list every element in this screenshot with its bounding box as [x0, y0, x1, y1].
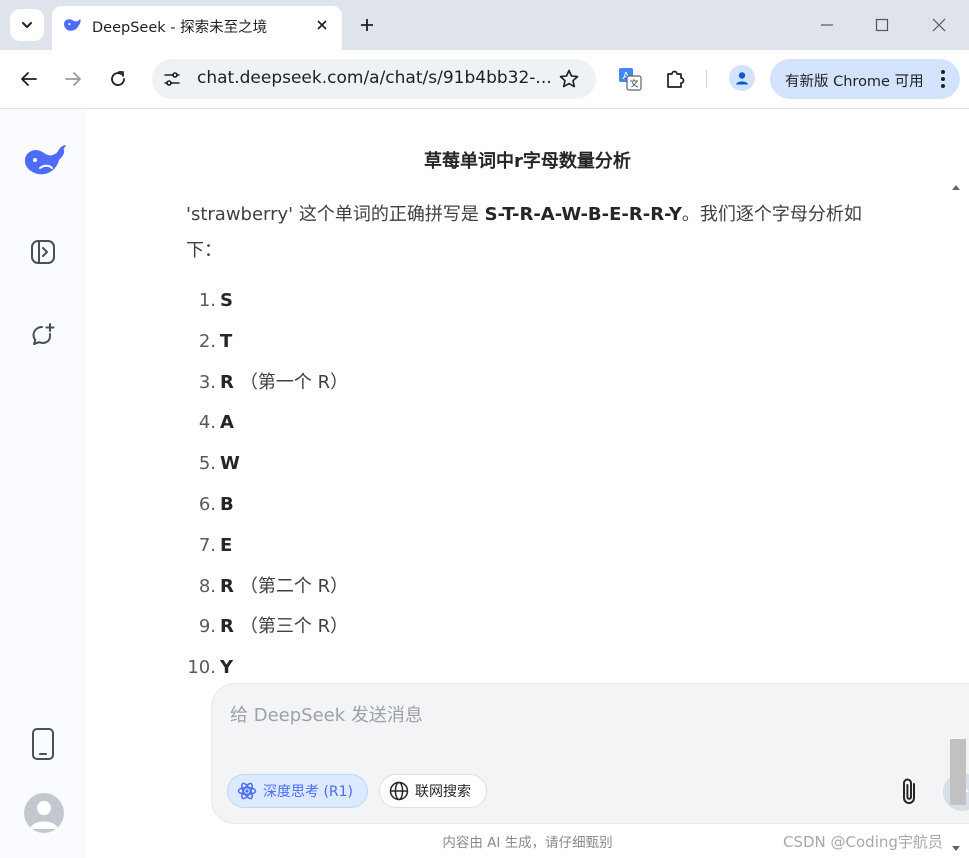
forward-button[interactable] [58, 64, 88, 94]
browser-tab-strip: DeepSeek - 探索未至之境 [0, 0, 969, 50]
plus-icon [361, 19, 373, 31]
back-button[interactable] [14, 64, 44, 94]
list-letter: R [220, 575, 234, 597]
deepseek-logo-icon[interactable] [22, 141, 68, 181]
list-note: （第二个 R） [239, 575, 349, 597]
deep-think-label: 深度思考 (R1) [263, 784, 354, 800]
answer-intro: 'strawberry' 这个单词的正确拼写是 S-T-R-A-W-B-E-R-… [186, 197, 896, 269]
user-avatar[interactable] [24, 793, 64, 833]
site-settings-icon[interactable] [162, 69, 182, 89]
globe-icon [389, 781, 409, 801]
list-number: 5. [198, 453, 216, 475]
scrollbar-thumb[interactable] [950, 739, 966, 805]
reload-button[interactable] [103, 64, 133, 94]
forward-arrow-icon [65, 72, 81, 86]
chat-title: 草莓单词中r字母数量分析 [424, 151, 631, 172]
list-number: 6. [198, 493, 216, 515]
deepseek-whale-icon [64, 18, 81, 31]
web-search-button[interactable]: 联网搜索 [379, 774, 487, 808]
chrome-update-label: 有新版 Chrome 可用 [785, 74, 924, 90]
list-item: 7. E [186, 526, 786, 567]
list-item: 5. W [186, 444, 786, 485]
scroll-up-arrow[interactable] [952, 185, 960, 190]
chat-main: 草莓单词中r字母数量分析 'strawberry' 这个单词的正确拼写是 S-T… [86, 109, 969, 858]
toggle-sidebar-icon[interactable] [29, 238, 57, 266]
list-item: 1. S [186, 281, 786, 322]
star-icon[interactable] [558, 68, 580, 90]
list-letter: T [220, 330, 233, 352]
deepseek-app: 草莓单词中r字母数量分析 'strawberry' 这个单词的正确拼写是 S-T… [0, 109, 969, 858]
list-letter: R [220, 371, 234, 393]
mobile-app-icon[interactable] [29, 727, 57, 761]
list-item: 6. B [186, 485, 786, 526]
window-close-button[interactable] [925, 12, 953, 38]
window-close-icon [932, 18, 946, 32]
back-arrow-icon [21, 72, 37, 86]
reload-icon [111, 71, 125, 86]
address-bar[interactable]: chat.deepseek.com/a/chat/s/91b4bb32-... [152, 59, 596, 99]
new-chat-icon[interactable] [29, 321, 57, 349]
list-letter: A [220, 412, 234, 434]
list-item: 8. R （第二个 R） [186, 567, 786, 608]
list-item: 9. R （第三个 R） [186, 607, 786, 648]
extensions-puzzle-icon[interactable] [663, 66, 689, 92]
list-letter: B [220, 493, 234, 515]
maximize-button[interactable] [868, 12, 896, 38]
list-letter: E [220, 534, 233, 556]
chrome-update-button[interactable]: 有新版 Chrome 可用 [770, 59, 960, 99]
kebab-menu-icon[interactable] [940, 69, 946, 89]
list-letter: S [220, 290, 233, 311]
profile-icon [736, 72, 748, 85]
minimize-icon [821, 24, 833, 26]
atom-icon [237, 782, 257, 800]
list-letter: Y [220, 657, 234, 679]
list-number: 7. [198, 534, 216, 556]
scroll-down-arrow[interactable] [952, 846, 960, 851]
letter-list: 1. S 2. T 3. R （第一个 R） 4. A 5. W 6. B 7. E 8. R （第… [186, 281, 786, 689]
deep-think-button[interactable]: 深度思考 (R1) [227, 774, 368, 808]
close-tab-button[interactable] [312, 15, 332, 35]
list-number: 2. [198, 330, 216, 352]
profile-button[interactable] [729, 65, 755, 91]
browser-toolbar: chat.deepseek.com/a/chat/s/91b4bb32-... … [0, 50, 969, 109]
list-number: 10. [187, 657, 216, 679]
list-item: 3. R （第一个 R） [186, 363, 786, 404]
list-item: 2. T [186, 322, 786, 363]
minimize-button[interactable] [813, 12, 841, 38]
active-tab[interactable]: DeepSeek - 探索未至之境 [52, 6, 342, 50]
list-number: 4. [198, 412, 216, 434]
translate-icon[interactable]: A [617, 66, 643, 92]
intro-text: 'strawberry' 这个单词的正确拼写是 [186, 204, 485, 225]
close-icon [317, 20, 327, 30]
toolbar-separator [706, 70, 707, 88]
list-number: 3. [198, 371, 216, 393]
list-number: 9. [198, 616, 216, 638]
list-note: （第一个 R） [239, 371, 349, 393]
intro-spelling: S-T-R-A-W-B-E-R-R-Y [484, 204, 682, 225]
message-input[interactable] [230, 700, 950, 730]
list-item: 4. A [186, 403, 786, 444]
url-text[interactable]: chat.deepseek.com/a/chat/s/91b4bb32-... [197, 68, 552, 88]
csdn-watermark: CSDN @Coding宇航员 [783, 833, 943, 851]
tab-search-button[interactable] [10, 9, 44, 41]
paperclip-icon[interactable] [896, 776, 924, 808]
list-number: 1. [198, 290, 216, 311]
sidebar [0, 109, 86, 858]
tab-title: DeepSeek - 探索未至之境 [92, 20, 268, 36]
list-note: （第三个 R） [239, 616, 349, 638]
message-composer: 深度思考 (R1) 联网搜索 [211, 683, 969, 824]
web-search-label: 联网搜索 [415, 784, 471, 800]
new-tab-button[interactable] [352, 10, 382, 40]
list-letter: W [220, 453, 240, 475]
list-letter: R [220, 616, 234, 638]
maximize-icon [875, 18, 889, 32]
chevron-down-icon [22, 22, 32, 28]
list-number: 8. [198, 575, 216, 597]
user-avatar-icon [30, 801, 58, 829]
